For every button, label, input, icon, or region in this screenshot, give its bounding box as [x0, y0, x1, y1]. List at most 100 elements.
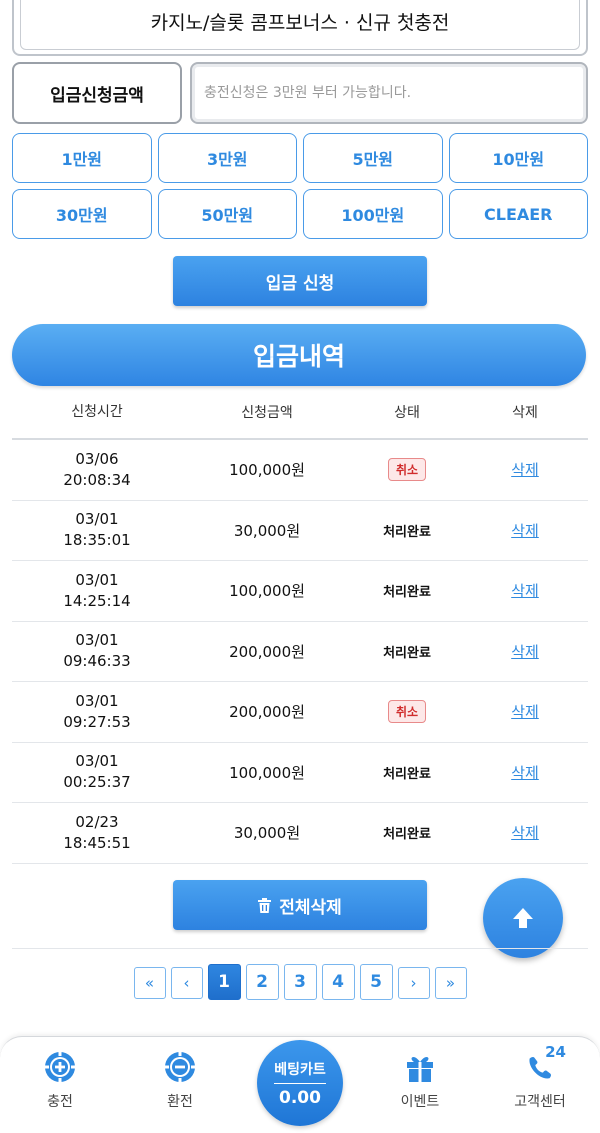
page-4-button[interactable]: 4: [321, 964, 355, 1000]
row-delete: 삭제: [462, 520, 588, 541]
delete-link[interactable]: 삭제: [511, 522, 539, 540]
quick-amount-30man-button[interactable]: 30만원: [12, 189, 152, 239]
row-date: 03/01: [75, 510, 119, 529]
page-3-button[interactable]: 3: [283, 964, 317, 1000]
quick-amount-1man-button[interactable]: 1만원: [12, 133, 152, 183]
page-5-button[interactable]: 5: [359, 964, 393, 1000]
row-delete: 삭제: [462, 701, 588, 722]
column-header-amount: 신청금액: [241, 405, 293, 421]
deposit-history-header: 입금내역: [12, 324, 586, 386]
status-badge-cancel: 취소: [387, 458, 427, 482]
row-time: 02/23 18:45:51: [12, 812, 182, 854]
amount-row: 입금신청금액: [12, 62, 588, 124]
status-done: 처리완료: [383, 645, 431, 661]
row-time: 03/01 18:35:01: [12, 509, 182, 551]
row-delete: 삭제: [462, 822, 588, 843]
delete-link[interactable]: 삭제: [511, 643, 539, 661]
nav-charge[interactable]: 충전: [10, 1051, 110, 1111]
betting-cart-button[interactable]: 베팅카트 0.00: [257, 1040, 343, 1126]
row-clock: 18:35:01: [63, 531, 131, 550]
row-clock: 09:46:33: [63, 652, 131, 671]
delete-all-label: 전체삭제: [279, 897, 342, 918]
scroll-top-button[interactable]: [483, 878, 563, 958]
row-clock: 18:45:51: [63, 833, 131, 852]
deposit-history-title: 입금내역: [252, 342, 345, 371]
status-done: 처리완료: [383, 585, 431, 601]
row-time: 03/01 00:25:37: [12, 751, 182, 793]
row-status: 취소: [352, 700, 462, 724]
nav-event-label: 이벤트: [400, 1094, 440, 1110]
page-last-button[interactable]: »: [434, 967, 467, 999]
amount-input[interactable]: [190, 62, 588, 124]
delete-all-button[interactable]: 전체삭제: [173, 880, 427, 930]
quick-amount-3man-button[interactable]: 3만원: [157, 133, 297, 183]
row-date: 03/01: [75, 570, 119, 589]
table-row: 03/01 00:25:37 100,000원 처리완료 삭제: [12, 743, 588, 803]
delete-link[interactable]: 삭제: [511, 824, 539, 842]
nav-exchange-label: 환전: [167, 1094, 193, 1110]
chip-plus-icon: [44, 1051, 76, 1083]
clear-amount-button[interactable]: CLEAER: [448, 189, 588, 239]
row-amount: 100,000원: [229, 582, 305, 601]
bonus-title: 카지노/슬롯 콤프보너스 · 신규 첫충전: [20, 0, 580, 50]
quick-amount-50man-button[interactable]: 50만원: [157, 189, 297, 239]
row-date: 03/01: [75, 691, 119, 710]
betting-cart-label: 베팅카트: [274, 1059, 326, 1084]
table-row: 03/01 14:25:14 100,000원 처리완료 삭제: [12, 561, 588, 622]
table-row: 03/06 20:08:34 100,000원 취소 삭제: [12, 440, 588, 501]
row-amount: 30,000원: [233, 521, 301, 540]
row-delete: 삭제: [462, 580, 588, 601]
row-clock: 00:25:37: [63, 773, 131, 792]
row-date: 03/01: [75, 752, 119, 771]
nav-support[interactable]: 24 고객센터: [490, 1043, 590, 1111]
deposit-history-table: 신청시간 신청금액 상태 삭제 03/06 20:08:34 100,000원 취…: [12, 386, 588, 864]
row-delete: 삭제: [462, 762, 588, 783]
row-amount: 100,000원: [229, 763, 305, 782]
row-time: 03/01 09:46:33: [12, 630, 182, 672]
deposit-request-button[interactable]: 입금 신청: [173, 256, 427, 306]
row-date: 03/06: [75, 449, 119, 468]
row-amount: 30,000원: [233, 824, 301, 843]
row-status: 취소: [352, 458, 462, 482]
bonus-banner: 카지노/슬롯 콤프보너스 · 신규 첫충전: [12, 0, 588, 56]
nav-exchange[interactable]: 환전: [130, 1051, 230, 1111]
table-header: 신청시간 신청금액 상태 삭제: [12, 386, 588, 440]
trash-icon: [258, 897, 272, 913]
pagination: « ‹ 1 2 3 4 5 › »: [0, 964, 600, 1000]
delete-link[interactable]: 삭제: [511, 461, 539, 479]
chip-minus-icon: [164, 1051, 196, 1083]
support-badge: 24: [545, 1043, 566, 1061]
status-done: 처리완료: [383, 827, 431, 843]
row-time: 03/06 20:08:34: [12, 449, 182, 491]
nav-event[interactable]: 이벤트: [370, 1051, 470, 1111]
row-clock: 14:25:14: [63, 591, 131, 610]
delete-link[interactable]: 삭제: [511, 764, 539, 782]
delete-link[interactable]: 삭제: [511, 703, 539, 721]
row-status: 처리완료: [352, 581, 462, 600]
row-date: 02/23: [75, 812, 119, 831]
row-clock: 09:27:53: [63, 712, 131, 731]
nav-charge-label: 충전: [47, 1094, 73, 1110]
table-row: 02/23 18:45:51 30,000원 처리완료 삭제: [12, 803, 588, 864]
status-done: 처리완료: [383, 766, 431, 782]
page-1-button[interactable]: 1: [207, 964, 241, 1000]
deposit-request-label: 입금 신청: [265, 273, 335, 294]
row-date: 03/01: [75, 631, 119, 650]
betting-cart-value: 0.00: [279, 1087, 321, 1108]
quick-amount-100man-button[interactable]: 100만원: [303, 189, 443, 239]
quick-amount-grid: 1만원 3만원 5만원 10만원 30만원 50만원 100만원 CLEAER: [12, 133, 588, 239]
nav-support-label: 고객센터: [514, 1094, 566, 1110]
page-2-button[interactable]: 2: [245, 964, 279, 1000]
row-time: 03/01 09:27:53: [12, 691, 182, 733]
page-next-button[interactable]: ›: [397, 967, 430, 999]
page-first-button[interactable]: «: [133, 967, 166, 999]
row-status: 처리완료: [352, 823, 462, 842]
table-row: 03/01 09:27:53 200,000원 취소 삭제: [12, 682, 588, 743]
row-amount: 100,000원: [229, 461, 305, 480]
page-prev-button[interactable]: ‹: [170, 967, 203, 999]
row-time: 03/01 14:25:14: [12, 570, 182, 612]
column-header-status: 상태: [394, 405, 420, 421]
quick-amount-10man-button[interactable]: 10만원: [448, 133, 588, 183]
quick-amount-5man-button[interactable]: 5만원: [303, 133, 443, 183]
delete-link[interactable]: 삭제: [511, 582, 539, 600]
